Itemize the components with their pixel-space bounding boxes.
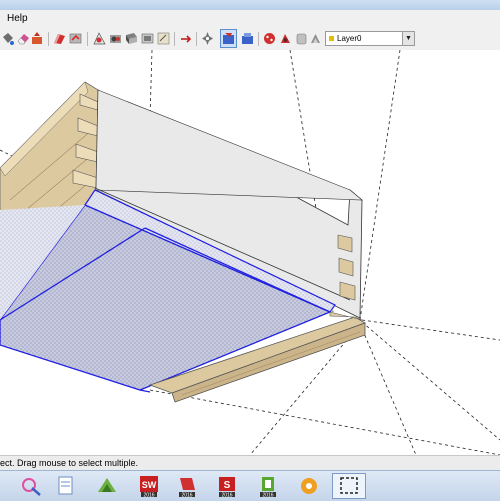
rotate-icon[interactable]: [92, 31, 107, 46]
screen-capture-icon[interactable]: [336, 474, 362, 498]
window-title-bar: [0, 0, 500, 10]
paint-bucket-icon[interactable]: [0, 31, 15, 46]
offset-icon[interactable]: [124, 31, 139, 46]
solidworks-2016-icon[interactable]: SW 2016: [136, 474, 162, 498]
toolbar-separator: [258, 32, 259, 46]
layer-dropdown[interactable]: Layer0 ▼: [325, 31, 415, 46]
toolbar-separator: [87, 32, 88, 46]
svg-text:2016: 2016: [181, 493, 192, 499]
sketchup-2016-icon-c[interactable]: 2016: [255, 474, 281, 498]
menu-bar: Help: [0, 10, 500, 29]
toolbar-separator: [174, 32, 175, 46]
sketchup-2016-icon-b[interactable]: S 2016: [214, 474, 240, 498]
dimension-icon[interactable]: [156, 31, 171, 46]
toolbar-separator: [48, 32, 49, 46]
svg-text:2016: 2016: [143, 493, 154, 499]
eraser-icon[interactable]: [16, 31, 31, 46]
tape-measure-icon[interactable]: [140, 31, 155, 46]
document-icon[interactable]: [52, 474, 78, 498]
status-text: ect. Drag mouse to select multiple.: [0, 458, 139, 468]
toolbar: Layer0 ▼: [0, 28, 500, 51]
status-bar: ect. Drag mouse to select multiple.: [0, 455, 500, 470]
move-icon[interactable]: [68, 31, 83, 46]
zoom-extents-icon[interactable]: [308, 31, 323, 46]
text-icon[interactable]: [200, 31, 215, 46]
protractor-icon[interactable]: [178, 31, 193, 46]
svg-text:SW: SW: [142, 480, 157, 490]
orbit-icon[interactable]: [262, 31, 277, 46]
model-viewport[interactable]: [0, 49, 500, 456]
settings-gear-icon[interactable]: [296, 474, 322, 498]
follow-me-icon[interactable]: [52, 31, 67, 46]
sketchup-2016-icon-a[interactable]: 2016: [174, 474, 200, 498]
axes-icon[interactable]: [221, 31, 236, 46]
svg-text:2016: 2016: [262, 493, 273, 499]
scale-icon[interactable]: [108, 31, 123, 46]
layer-dropdown-value: Layer0: [337, 34, 362, 43]
pan-icon[interactable]: [278, 31, 293, 46]
chevron-down-icon[interactable]: ▼: [402, 32, 414, 45]
3d-text-icon[interactable]: [240, 31, 255, 46]
svg-text:2016: 2016: [221, 493, 232, 499]
sketchup-2016-layout-icon[interactable]: [94, 474, 120, 498]
zoom-icon[interactable]: [294, 31, 309, 46]
drawer-model-canvas[interactable]: [0, 49, 500, 456]
paint-icon[interactable]: [18, 474, 44, 498]
menu-help[interactable]: Help: [7, 13, 28, 24]
layer-color-swatch: [329, 36, 334, 41]
taskbar: SW 2016 2016 S 2016 2016: [0, 470, 500, 501]
push-pull-icon[interactable]: [30, 31, 45, 46]
svg-text:S: S: [224, 480, 231, 491]
toolbar-separator: [196, 32, 197, 46]
